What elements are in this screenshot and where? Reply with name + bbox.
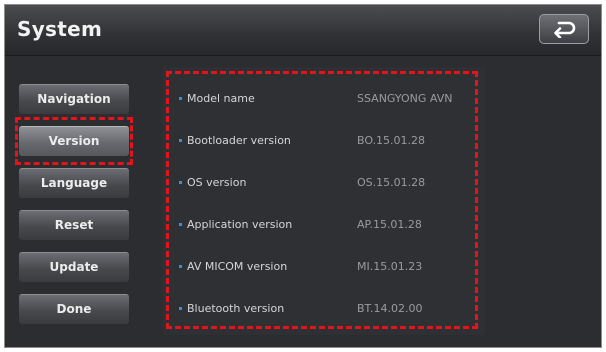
info-label: Model name [187,92,255,105]
sidebar-item-reset[interactable]: Reset [19,210,129,240]
back-button[interactable] [539,14,589,44]
bullet-icon [179,265,182,268]
info-row-bluetooth-version: Bluetooth version BT.14.02.00 [179,299,475,319]
info-label: Bootloader version [187,134,291,147]
sidebar-item-done[interactable]: Done [19,294,129,324]
sidebar-item-version[interactable]: Version [19,126,129,156]
bullet-icon [179,97,182,100]
info-row-av-micom-version: AV MICOM version MI.15.01.23 [179,257,475,277]
bullet-icon [179,139,182,142]
bullet-icon [179,181,182,184]
bullet-icon [179,223,182,226]
info-value: MI.15.01.23 [357,260,423,273]
info-value: BO.15.01.28 [357,134,426,147]
bullet-icon [179,307,182,310]
info-value: AP.15.01.28 [357,218,422,231]
version-info-panel: Model name SSANGYONG AVN Bootloader vers… [163,67,485,335]
info-label: Bluetooth version [187,302,285,315]
info-label: OS version [187,176,247,189]
system-screen: System Navigation Version Language Reset… [4,4,602,348]
info-label: AV MICOM version [187,260,288,273]
title-bar: System [5,5,601,56]
info-row-bootloader-version: Bootloader version BO.15.01.28 [179,131,475,151]
page-title: System [17,17,103,41]
info-value: SSANGYONG AVN [357,92,453,105]
info-value: OS.15.01.28 [357,176,426,189]
info-row-os-version: OS version OS.15.01.28 [179,173,475,193]
sidebar-item-navigation[interactable]: Navigation [19,84,129,114]
info-value: BT.14.02.00 [357,302,423,315]
info-label: Application version [187,218,293,231]
sidebar-item-update[interactable]: Update [19,252,129,282]
back-arrow-icon [554,21,576,38]
info-row-application-version: Application version AP.15.01.28 [179,215,475,235]
sidebar-item-language[interactable]: Language [19,168,129,198]
info-row-model-name: Model name SSANGYONG AVN [179,89,475,109]
